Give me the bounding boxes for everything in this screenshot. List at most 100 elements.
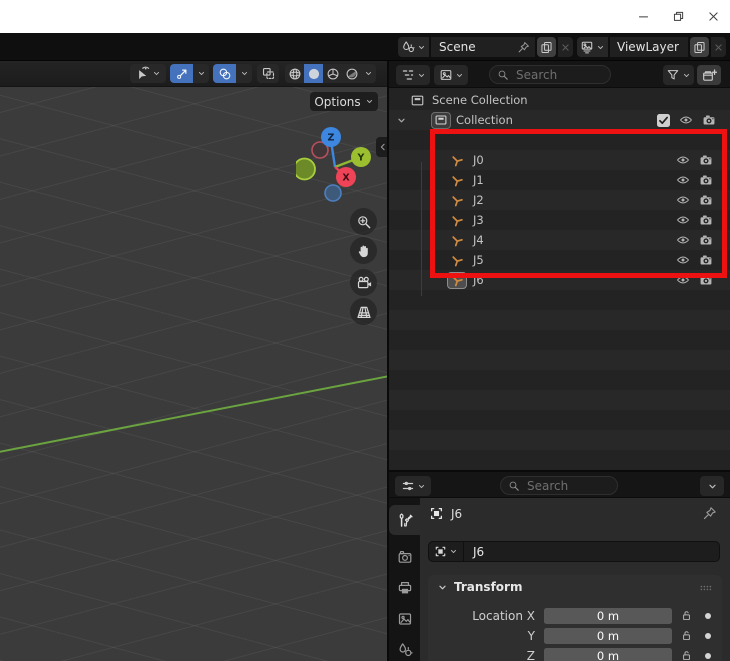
new-collection-button[interactable] (697, 65, 721, 85)
outliner-object-row[interactable]: J2 (389, 190, 730, 210)
animate-dot[interactable] (705, 633, 711, 639)
tab-render[interactable] (389, 542, 420, 572)
viewlayer-name-field[interactable]: ViewLayer (610, 37, 688, 57)
animate-dot[interactable] (705, 613, 711, 619)
object-name[interactable]: J1 (473, 173, 484, 187)
chevron-down-icon (240, 69, 249, 78)
camera-restrict-icon[interactable] (699, 153, 713, 167)
outliner-search-input[interactable] (514, 67, 603, 83)
camera-view-button[interactable] (350, 269, 377, 296)
shading-dropdown[interactable] (361, 64, 376, 83)
lock-open-icon[interactable] (680, 649, 693, 661)
transform-value-slider[interactable]: 0 m (544, 628, 672, 644)
options-dropdown[interactable]: Options (310, 92, 378, 111)
delete-scene-button[interactable] (558, 37, 573, 57)
gizmos-dropdown[interactable] (193, 64, 209, 83)
transform-value-slider[interactable]: 0 m (544, 648, 672, 661)
tab-output[interactable] (389, 573, 420, 603)
camera-restrict-icon[interactable] (699, 253, 713, 267)
scene-name-field[interactable]: Scene (431, 37, 535, 57)
tab-view-layer[interactable] (389, 604, 420, 634)
outliner-filter-dropdown[interactable] (663, 65, 694, 85)
pin-icon[interactable] (702, 506, 717, 521)
object-name[interactable]: J5 (473, 253, 484, 267)
axis-ball-neg-z[interactable] (325, 185, 341, 201)
properties-editor-type-dropdown[interactable] (395, 476, 431, 496)
toggle-perspective-button[interactable] (350, 298, 377, 325)
viewlayer-browse-button[interactable] (577, 37, 608, 57)
object-name[interactable]: J2 (473, 193, 484, 207)
new-scene-button[interactable] (537, 37, 556, 57)
scene-collection-row[interactable]: Scene Collection (389, 90, 730, 110)
close-button[interactable] (696, 0, 730, 33)
new-viewlayer-button[interactable] (690, 37, 709, 57)
eye-icon[interactable] (676, 213, 690, 227)
object-id-dropdown[interactable] (429, 542, 464, 561)
eye-icon[interactable] (676, 233, 690, 247)
lock-open-icon[interactable] (680, 629, 693, 642)
xray-toggle[interactable] (257, 64, 279, 83)
eye-icon[interactable] (679, 113, 693, 127)
expand-chevron-icon[interactable] (396, 115, 407, 126)
maximize-restore-button[interactable] (661, 0, 695, 33)
show-gizmos-toggle[interactable] (170, 64, 193, 83)
animate-dot[interactable] (705, 653, 711, 659)
overlays-dropdown[interactable] (236, 64, 252, 83)
camera-restrict-icon[interactable] (699, 193, 713, 207)
lock-open-icon[interactable] (680, 609, 693, 622)
collection-icon-box[interactable] (431, 112, 451, 129)
object-name[interactable]: J0 (473, 153, 484, 167)
gizmo-arrow-icon (175, 67, 189, 81)
camera-restrict-icon[interactable] (699, 213, 713, 227)
properties-search-input[interactable] (525, 478, 610, 494)
shading-rendered-button[interactable] (342, 64, 361, 83)
view-object-types-dropdown[interactable] (130, 64, 166, 83)
eye-icon[interactable] (676, 153, 690, 167)
chevron-down-icon (364, 69, 373, 78)
transform-label: Y (428, 629, 535, 643)
object-name[interactable]: J4 (473, 233, 484, 247)
eye-icon[interactable] (676, 173, 690, 187)
camera-restrict-icon[interactable] (702, 113, 716, 127)
panel-grip-icon[interactable] (698, 580, 714, 596)
cursor-eye-icon (135, 66, 150, 81)
pin-icon[interactable] (517, 41, 530, 54)
shading-wireframe-button[interactable] (285, 64, 304, 83)
shading-solid-button[interactable] (304, 64, 323, 83)
camera-restrict-icon[interactable] (699, 173, 713, 187)
object-name[interactable]: J3 (473, 213, 484, 227)
eye-icon[interactable] (676, 193, 690, 207)
eye-icon[interactable] (676, 253, 690, 267)
scene-browse-button[interactable] (398, 37, 429, 57)
properties-options-dropdown[interactable] (700, 476, 724, 496)
tab-scene[interactable] (389, 635, 420, 661)
show-overlays-toggle[interactable] (213, 64, 236, 83)
close-x-icon (713, 42, 724, 53)
outliner-object-row[interactable]: J6 (389, 270, 730, 290)
object-name-field[interactable]: J6 (428, 541, 720, 562)
minimize-button[interactable] (626, 0, 660, 33)
shading-material-button[interactable] (323, 64, 342, 83)
outliner-display-mode-dropdown[interactable] (434, 65, 468, 85)
camera-restrict-icon[interactable] (699, 233, 713, 247)
exclude-checkbox[interactable] (657, 114, 670, 127)
zoom-tool-button[interactable] (350, 208, 377, 235)
transform-value-slider[interactable]: 0 m (544, 608, 672, 624)
pan-tool-button[interactable] (350, 237, 377, 264)
collection-row[interactable]: Collection (389, 110, 730, 130)
eye-icon[interactable] (676, 273, 690, 287)
panel-collapse-chevron[interactable] (437, 582, 448, 593)
outliner-object-row[interactable]: J3 (389, 210, 730, 230)
object-name[interactable]: J6 (473, 273, 484, 287)
camera-restrict-icon[interactable] (699, 273, 713, 287)
axis-ball-neg-y[interactable] (296, 159, 315, 180)
outliner-object-row[interactable]: J1 (389, 170, 730, 190)
outliner-object-row[interactable]: J0 (389, 150, 730, 170)
remove-viewlayer-button[interactable] (711, 37, 726, 57)
outliner-object-row[interactable]: J4 (389, 230, 730, 250)
tab-tool[interactable] (389, 505, 420, 535)
empty-axes-icon (450, 193, 464, 207)
navigation-gizmo[interactable]: Z Y X (296, 124, 388, 208)
outliner-editor-type-dropdown[interactable] (396, 65, 430, 85)
outliner-object-row[interactable]: J5 (389, 250, 730, 270)
